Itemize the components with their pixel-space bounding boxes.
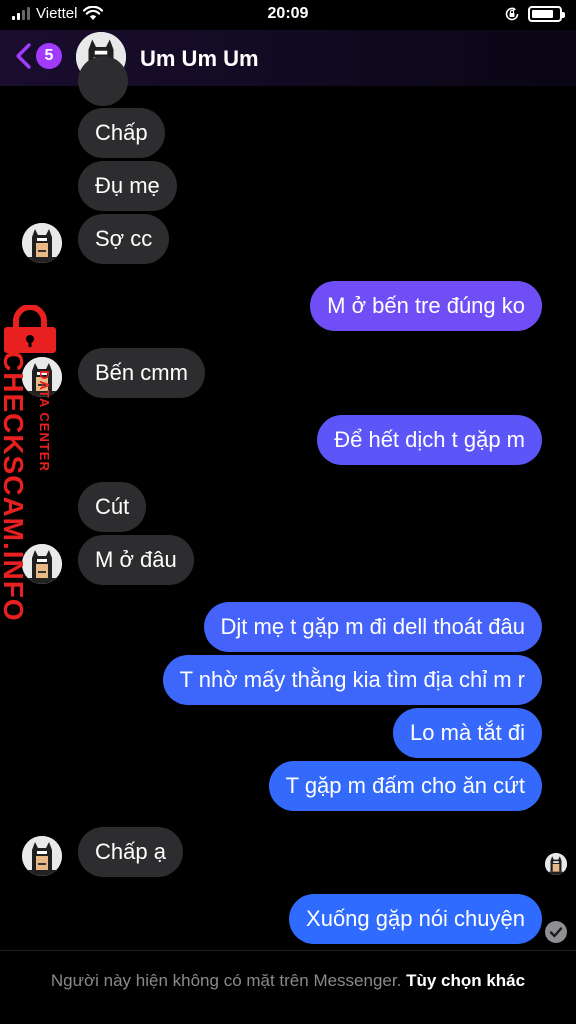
- chevron-left-icon: [16, 43, 31, 69]
- message-bubble-incoming[interactable]: M ở đâu: [78, 535, 194, 585]
- sender-avatar[interactable]: [22, 357, 62, 397]
- message-bubble-outgoing[interactable]: Djt mẹ t gặp m đi dell thoát đâu: [203, 602, 542, 652]
- unread-count-badge: 5: [36, 43, 62, 69]
- message-bubble-incoming[interactable]: Chấp: [78, 108, 165, 158]
- message-bubble-outgoing[interactable]: T nhờ mấy thằng kia tìm địa chỉ m r: [162, 655, 542, 705]
- sender-avatar[interactable]: [22, 544, 62, 584]
- composer-unavailable-bar: Người này hiện không có mặt trên Messeng…: [0, 950, 576, 1024]
- back-button[interactable]: 5: [14, 42, 62, 70]
- contact-name[interactable]: Um Um Um: [140, 46, 259, 72]
- message-bubble-incoming[interactable]: Bến cmm: [78, 348, 205, 398]
- sender-avatar[interactable]: [22, 223, 62, 263]
- unavailable-notice: Người này hiện không có mặt trên Messeng…: [20, 969, 556, 992]
- status-right: [504, 6, 565, 22]
- message-bubble-outgoing[interactable]: M ở bến tre đúng ko: [310, 281, 542, 331]
- more-options-link[interactable]: Tùy chọn khác: [406, 971, 525, 990]
- message-bubble-incoming[interactable]: Chấp ạ: [78, 827, 183, 877]
- message-bubble-outgoing[interactable]: Để hết dịch t gặp m: [317, 415, 542, 465]
- message-bubble-incoming[interactable]: Sợ cc: [78, 214, 170, 264]
- message-bubble-incoming[interactable]: Đụ mẹ: [78, 161, 177, 211]
- status-time: 20:09: [267, 5, 309, 22]
- status-bar: Viettel 20:09: [0, 0, 576, 30]
- sender-avatar[interactable]: [22, 836, 62, 876]
- message-bubble-partial: [78, 56, 128, 106]
- seen-avatar: [545, 853, 567, 875]
- message-bubble-outgoing[interactable]: Xuống gặp nói chuyện: [289, 894, 542, 944]
- unavailable-notice-text: Người này hiện không có mặt trên Messeng…: [50, 971, 402, 990]
- message-bubble-incoming[interactable]: Cút: [78, 482, 147, 532]
- message-bubble-outgoing[interactable]: T gặp m đấm cho ăn cứt: [268, 761, 542, 811]
- message-bubble-outgoing[interactable]: Lo mà tắt đi: [393, 708, 542, 758]
- delivered-check-icon: [545, 921, 567, 943]
- rotation-lock-icon: [505, 7, 519, 21]
- battery-icon: [528, 6, 565, 22]
